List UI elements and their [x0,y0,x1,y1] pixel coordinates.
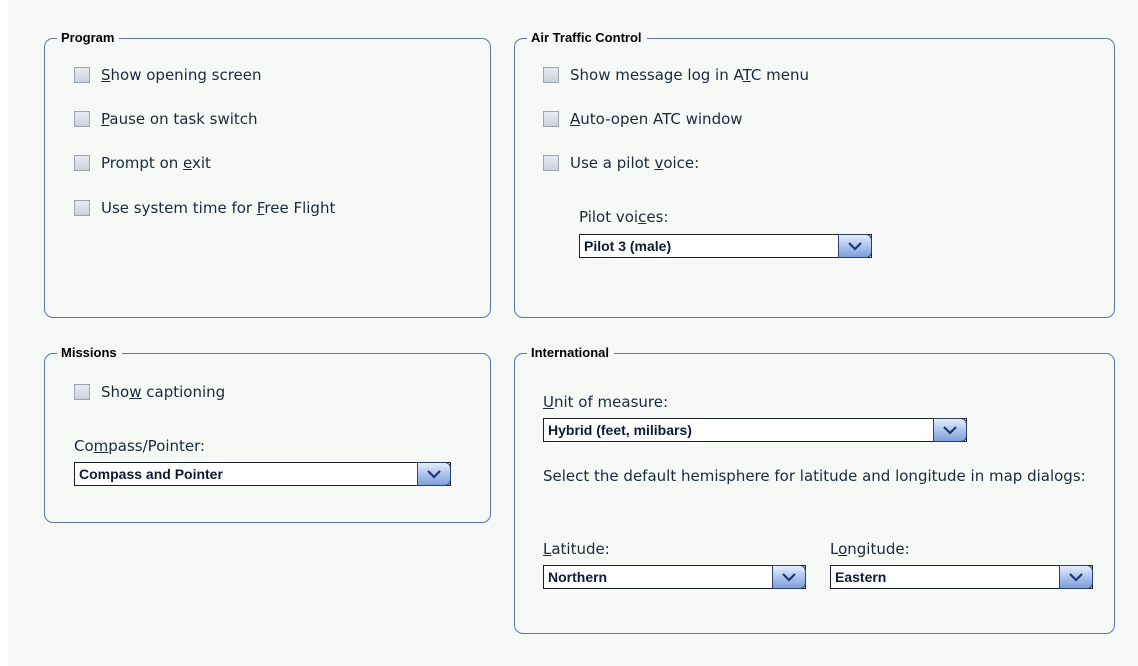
show-message-log-checkbox[interactable] [543,67,559,83]
chevron-down-icon [943,426,957,435]
compass-pointer-value: Compass and Pointer [79,466,223,482]
auto-open-atc-window-option[interactable]: Auto-open ATC window [543,109,743,129]
missions-group-title: Missions [57,344,122,362]
show-captioning-label: Show captioning [101,383,226,401]
unit-of-measure-dropdown-button[interactable] [933,418,967,442]
longitude-dropdown-button[interactable] [1059,565,1093,589]
latitude-label: Latitude: [543,540,610,558]
prompt-on-exit-option[interactable]: Prompt on exit [74,153,211,173]
atc-group-title: Air Traffic Control [527,29,647,47]
auto-open-atc-window-checkbox[interactable] [543,111,559,127]
pause-on-task-switch-label: Pause on task switch [101,110,258,128]
use-system-time-checkbox[interactable] [74,200,90,216]
settings-panel: Program Show opening screen Pause on tas… [8,0,1138,666]
pilot-voices-label: Pilot voices: [579,208,669,226]
longitude-label: Longitude: [830,540,910,558]
latitude-dropdown[interactable]: Northern [543,565,806,589]
latitude-value: Northern [548,569,608,585]
prompt-on-exit-label: Prompt on exit [101,154,211,172]
unit-of-measure-label: Unit of measure: [543,393,669,411]
pause-on-task-switch-option[interactable]: Pause on task switch [74,109,258,129]
hemisphere-description: Select the default hemisphere for latitu… [543,467,1086,485]
show-message-log-label: Show message log in ATC menu [570,66,810,84]
use-system-time-label: Use system time for Free Flight [101,199,336,217]
longitude-dropdown[interactable]: Eastern [830,565,1093,589]
prompt-on-exit-checkbox[interactable] [74,155,90,171]
chevron-down-icon [1069,573,1083,582]
use-system-time-option[interactable]: Use system time for Free Flight [74,198,335,218]
compass-pointer-dropdown-button[interactable] [417,462,451,486]
chevron-down-icon [782,573,796,582]
chevron-down-icon [427,470,441,479]
auto-open-atc-window-label: Auto-open ATC window [570,110,743,128]
longitude-value: Eastern [835,569,887,585]
use-pilot-voice-checkbox[interactable] [543,155,559,171]
compass-pointer-dropdown[interactable]: Compass and Pointer [74,462,451,486]
chevron-down-icon [848,242,862,251]
use-pilot-voice-label: Use a pilot voice: [570,154,700,172]
international-group-title: International [527,344,615,362]
latitude-dropdown-button[interactable] [772,565,806,589]
pilot-voices-dropdown[interactable]: Pilot 3 (male) [579,234,872,258]
compass-pointer-label: Compass/Pointer: [74,437,206,455]
show-captioning-checkbox[interactable] [74,384,90,400]
pause-on-task-switch-checkbox[interactable] [74,111,90,127]
pilot-voices-value: Pilot 3 (male) [584,238,672,254]
pilot-voices-dropdown-button[interactable] [838,234,872,258]
unit-of-measure-value: Hybrid (feet, milibars) [548,422,692,438]
show-message-log-option[interactable]: Show message log in ATC menu [543,65,809,85]
show-opening-screen-option[interactable]: Show opening screen [74,65,262,85]
program-group-title: Program [57,29,120,47]
show-opening-screen-checkbox[interactable] [74,67,90,83]
show-captioning-option[interactable]: Show captioning [74,382,225,402]
unit-of-measure-dropdown[interactable]: Hybrid (feet, milibars) [543,418,967,442]
use-pilot-voice-option[interactable]: Use a pilot voice: [543,153,699,173]
show-opening-screen-label: Show opening screen [101,66,262,84]
